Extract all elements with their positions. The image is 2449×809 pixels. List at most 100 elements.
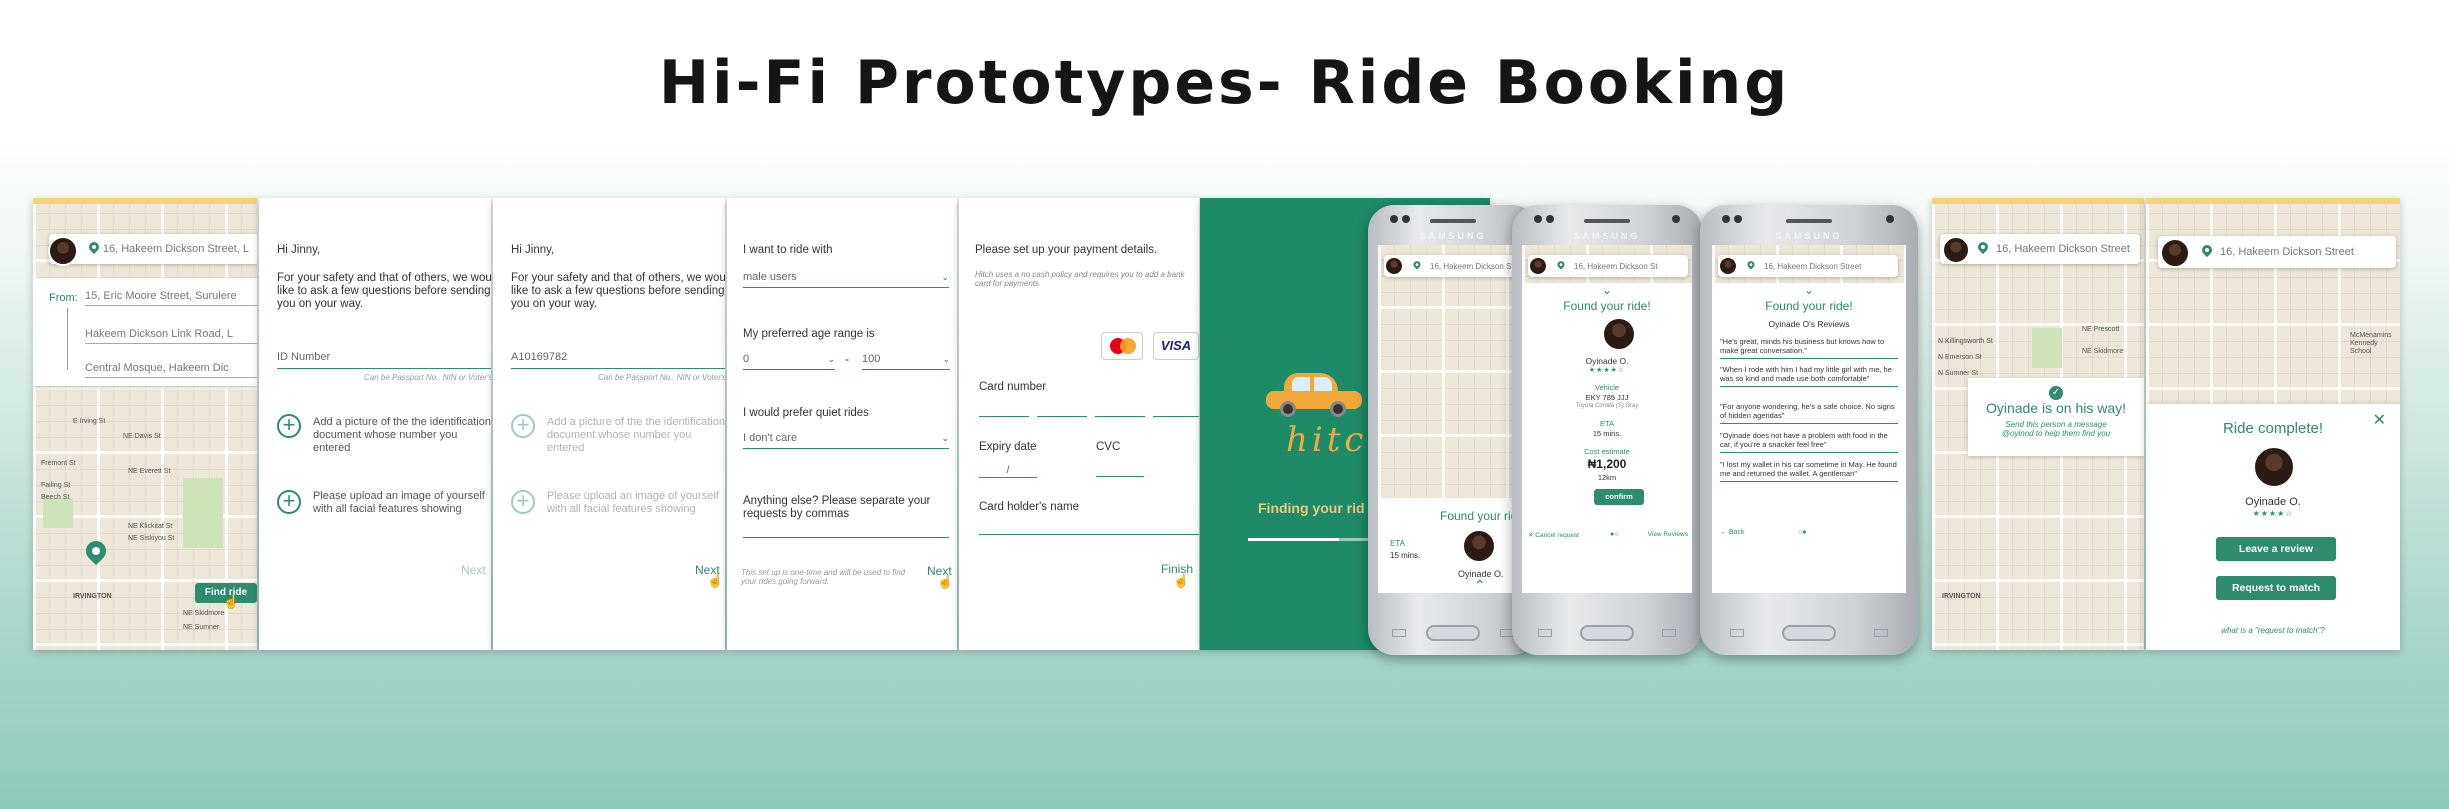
review-item: "I lost my wallet in his car sometime in… <box>1720 460 1898 482</box>
user-avatar[interactable] <box>1528 256 1548 276</box>
destination-text: 16, Hakeem Dickson Street <box>1764 261 1862 271</box>
expiry-input[interactable]: / <box>979 464 1037 478</box>
cvc-label: CVC <box>1096 441 1121 453</box>
bottom-sheet: Found your rid ETA 15 mins. Oyinade O. ⌃ <box>1378 501 1528 593</box>
ride-with-select[interactable]: male users ⌄ <box>743 271 949 288</box>
screen-payment: Please set up your payment details. Hitc… <box>959 198 1199 650</box>
user-avatar[interactable] <box>1384 256 1404 276</box>
complete-title: Ride complete! <box>2222 420 2324 437</box>
next-button[interactable]: Next <box>461 564 486 577</box>
home-button[interactable] <box>1426 625 1480 641</box>
payment-policy: Hitch uses a no cash policy and requires… <box>975 270 1185 288</box>
found-title: Found your ride! <box>1765 299 1853 313</box>
add-selfie-icon[interactable]: + <box>511 490 535 514</box>
driver-avatar <box>1462 529 1496 563</box>
phone-screen: 16, Hakeem Dickson Street ⌄ Found your r… <box>1712 245 1906 593</box>
check-circle-icon: ✓ <box>1968 382 2144 400</box>
chevron-down-icon[interactable]: ⌄ <box>1712 283 1906 297</box>
cursor-hand-icon: ☝ <box>707 573 724 588</box>
found-title: Found your ride! <box>1563 299 1651 313</box>
home-button[interactable] <box>1782 625 1836 641</box>
setup-footnote: This set up is one-time and will be used… <box>741 568 906 586</box>
phone-screen: 16, Hakeem Dickson St ⌄ Found your ride!… <box>1522 245 1692 593</box>
id-number-input[interactable]: A10169782 <box>511 351 725 369</box>
chevron-down-icon[interactable]: ⌄ <box>1522 283 1692 297</box>
screen-verify-filled: Hi Jinny, For your safety and that of ot… <box>493 198 725 650</box>
destination-search[interactable]: 16, Hakeem Dickson Street <box>1940 234 2140 264</box>
leave-review-button[interactable]: Leave a review <box>2216 537 2336 561</box>
id-number-input[interactable]: ID Number <box>277 351 491 369</box>
id-hint: Can be Passport No., NIN or Voter's No. <box>598 373 725 382</box>
chevron-down-icon: ⌄ <box>942 354 950 364</box>
age-separator: - <box>845 352 849 366</box>
card-number-input[interactable] <box>979 416 1199 417</box>
add-document-icon[interactable]: + <box>277 414 301 438</box>
view-reviews-link[interactable]: View Reviews <box>1648 531 1688 538</box>
street-label: NE Skidmore <box>2082 348 2124 355</box>
holder-label: Card holder's name <box>979 501 1079 513</box>
cursor-hand-icon: ☝ <box>1173 573 1190 588</box>
street-label: Fremont St <box>41 460 76 467</box>
user-avatar[interactable] <box>2160 238 2190 268</box>
user-avatar[interactable] <box>48 236 78 266</box>
holder-input[interactable] <box>979 534 1199 535</box>
vehicle-model: Toyota Corolla (S) Gray <box>1575 403 1639 409</box>
destination-text: 16, Hakeem Dickson Street, L <box>102 243 249 255</box>
user-avatar[interactable] <box>1718 256 1738 276</box>
location-pin-icon <box>2202 245 2212 259</box>
age-min-select[interactable]: 0 ⌄ <box>743 353 835 370</box>
age-max-select[interactable]: 100 ⌄ <box>862 353 950 370</box>
eta-label: ETA <box>1599 419 1615 428</box>
car-icon <box>1266 373 1362 417</box>
reviews-sheet: ⌄ Found your ride! Oyinade O's Reviews "… <box>1712 283 1906 593</box>
back-link[interactable]: ← Back <box>1720 529 1745 536</box>
chevron-down-icon: ⌄ <box>941 272 949 282</box>
cancel-request-link[interactable]: ✕ Cancel request <box>1528 531 1579 539</box>
street-label: NE Prescott <box>2082 326 2120 333</box>
vehicle-label: Vehicle <box>1594 383 1620 392</box>
expiry-label: Expiry date <box>979 441 1037 453</box>
eta-value: 15 mins. <box>1592 429 1622 438</box>
destination-search[interactable]: 16, Hakeem Dickson Street <box>2158 236 2396 268</box>
add-document-label: Add a picture of the the identification … <box>547 416 725 454</box>
add-document-icon[interactable]: + <box>511 414 535 438</box>
enroute-card: ✓ Oyinade is on his way! Send this perso… <box>1968 378 2144 456</box>
quiet-select[interactable]: I don't care ⌄ <box>743 432 949 449</box>
request-match-button[interactable]: Request to match <box>2216 576 2336 600</box>
user-avatar[interactable] <box>1942 236 1970 264</box>
phone-mockup: SAMSUNG 16, Hakeem Dickson Street ⌄ Foun… <box>1700 205 1918 655</box>
payment-heading: Please set up your payment details. <box>975 244 1158 256</box>
screen-verify-empty: Hi Jinny, For your safety and that of ot… <box>259 198 491 650</box>
street-label: NE Skidmore <box>183 610 225 617</box>
stop-input[interactable]: Central Mosque, Hakeem Dic <box>85 362 257 378</box>
home-button[interactable] <box>1580 625 1634 641</box>
reviews-title: Oyinade O's Reviews <box>1768 319 1850 329</box>
requests-input[interactable] <box>743 536 949 538</box>
age-label: My preferred age range is <box>743 328 875 340</box>
driver-avatar <box>2253 446 2295 488</box>
screen-map-route: E Irving St NE Davis St NE Everett St Fr… <box>33 198 257 650</box>
pager-dots: ○● <box>1798 529 1807 536</box>
add-selfie-icon[interactable]: + <box>277 490 301 514</box>
driver-name: Oyinade O. <box>2245 496 2301 508</box>
map-marker-icon <box>86 541 106 569</box>
route-panel: From: 15, Eric Moore Street, Surulere Ha… <box>33 278 257 386</box>
from-label: From: <box>49 292 78 304</box>
street-label: Beech St <box>41 494 70 501</box>
id-hint: Can be Passport No., NIN or Voter's No. <box>364 373 491 382</box>
street-label: NE Siskiyou St <box>128 535 175 542</box>
cvc-input[interactable] <box>1096 476 1144 477</box>
cost-value: ₦1,200 <box>1587 457 1627 471</box>
add-selfie-label: Please upload an image of yourself with … <box>313 490 485 515</box>
intro-text: For your safety and that of others, we w… <box>277 272 491 310</box>
chevron-up-icon[interactable]: ⌃ <box>1474 577 1486 593</box>
vehicle-plate: EKY 785 JJJ <box>1585 393 1629 402</box>
stop-input[interactable]: Hakeem Dickson Link Road, L <box>85 328 257 344</box>
cursor-hand-icon: ☝ <box>223 594 240 609</box>
from-input[interactable]: 15, Eric Moore Street, Surulere <box>85 290 257 306</box>
progress-bar <box>1248 538 1378 541</box>
request-match-help-link[interactable]: what is a "request to match"? <box>2146 626 2400 635</box>
destination-search[interactable]: 16, Hakeem Dickson Street, L <box>49 234 257 264</box>
cost-label: Cost estimate <box>1584 447 1630 456</box>
confirm-button[interactable]: confirm <box>1594 489 1644 505</box>
